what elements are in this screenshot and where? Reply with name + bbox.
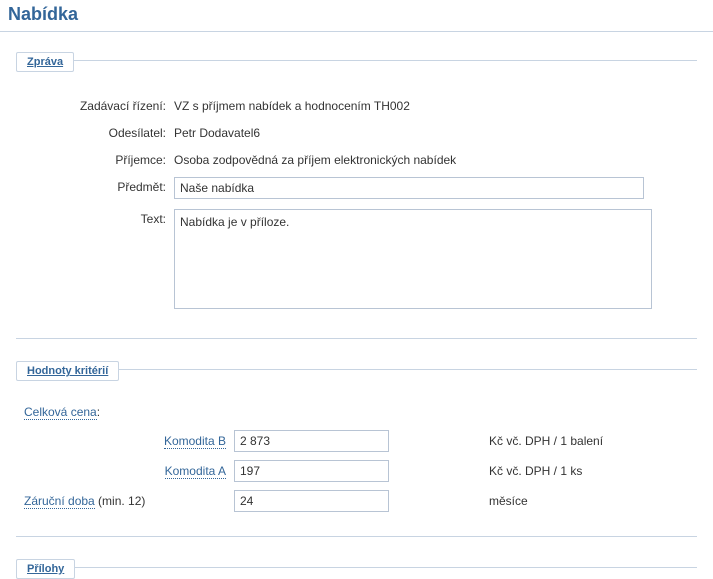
unit-komodita-b: Kč vč. DPH / 1 balení bbox=[389, 434, 603, 448]
link-komodita-b[interactable]: Komodita B bbox=[164, 434, 226, 449]
value-prijemce: Osoba zodpovědná za příjem elektronickýc… bbox=[174, 150, 689, 167]
page-title: Nabídka bbox=[0, 0, 713, 31]
fieldset-line bbox=[16, 567, 697, 568]
unit-zarucni: měsíce bbox=[389, 494, 528, 508]
fieldset-hodnoty: Hodnoty kritérií Celková cena: Komodita … bbox=[16, 355, 697, 537]
label-text: Text: bbox=[24, 209, 174, 226]
legend-zprava[interactable]: Zpráva bbox=[16, 52, 74, 72]
divider bbox=[0, 31, 713, 32]
fieldset-bottom-line bbox=[16, 338, 697, 339]
legend-prilohy[interactable]: Přílohy bbox=[16, 559, 75, 579]
fieldset-zprava: Zpráva Zadávací řízení: VZ s příjmem nab… bbox=[16, 46, 697, 339]
link-zarucni-doba[interactable]: Záruční doba bbox=[24, 494, 95, 509]
value-odesilatel: Petr Dodavatel6 bbox=[174, 123, 689, 140]
fieldset-line bbox=[16, 60, 697, 61]
criteria-row: Komodita B Kč vč. DPH / 1 balení bbox=[24, 430, 689, 452]
label-odesilatel: Odesílatel: bbox=[24, 123, 174, 140]
link-celkova-cena[interactable]: Celková cena bbox=[24, 405, 97, 420]
label-predmet: Předmět: bbox=[24, 177, 174, 194]
link-komodita-a[interactable]: Komodita A bbox=[165, 464, 226, 479]
fieldset-bottom-line bbox=[16, 536, 697, 537]
criteria-row: Záruční doba (min. 12) měsíce bbox=[24, 490, 689, 512]
unit-komodita-a: Kč vč. DPH / 1 ks bbox=[389, 464, 582, 478]
input-komodita-b[interactable] bbox=[234, 430, 389, 452]
label-prijemce: Příjemce: bbox=[24, 150, 174, 167]
input-komodita-a[interactable] bbox=[234, 460, 389, 482]
colon: : bbox=[97, 405, 100, 420]
zarucni-suffix: (min. 12) bbox=[95, 494, 146, 508]
input-predmet[interactable] bbox=[174, 177, 644, 199]
textarea-text[interactable]: Nabídka je v příloze. bbox=[174, 209, 652, 309]
value-zadavaci-rizeni: VZ s příjmem nabídek a hodnocením TH002 bbox=[174, 96, 689, 113]
fieldset-prilohy: Přílohy bbox=[16, 553, 697, 579]
label-zadavaci-rizeni: Zadávací řízení: bbox=[24, 96, 174, 113]
criteria-row: Komodita A Kč vč. DPH / 1 ks bbox=[24, 460, 689, 482]
legend-hodnoty[interactable]: Hodnoty kritérií bbox=[16, 361, 119, 381]
input-zarucni-doba[interactable] bbox=[234, 490, 389, 512]
